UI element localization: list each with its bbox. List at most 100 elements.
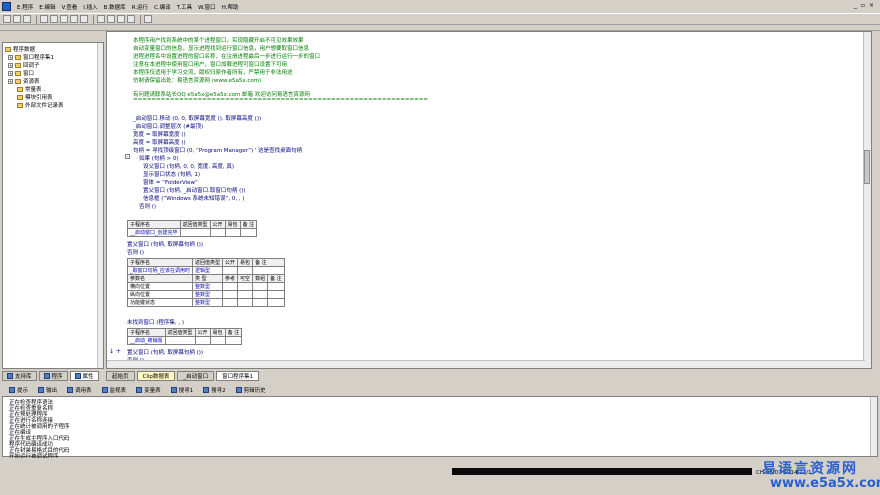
param-type: 整数型 (192, 290, 224, 299)
menu-window[interactable]: W.窗口 (195, 3, 219, 11)
code-editor[interactable]: 本程序用户找到系统中的某个进程窗口，实现隐藏开启不可见效果效果 自动变量窗口的信… (106, 31, 872, 369)
table-cell (237, 266, 254, 275)
menu-view[interactable]: V.查看 (58, 3, 80, 11)
restore-icon[interactable]: ▫ (861, 2, 865, 9)
undo-icon[interactable] (70, 15, 78, 23)
tree-root-label: 程序数据 (13, 47, 36, 53)
expand-icon[interactable]: + (8, 78, 13, 84)
find-icon[interactable] (144, 15, 152, 23)
copy-icon[interactable] (50, 15, 58, 23)
breakpoint-icon[interactable] (127, 15, 135, 23)
table-row[interactable]: _取窗口句柄_应该在调用时 逻辑型 (126, 266, 285, 275)
code-line: 置父窗口 (句柄, 取屏幕句柄 ()) (127, 242, 204, 248)
output-scrollbar[interactable] (870, 397, 877, 456)
table-row[interactable]: 功能键状态 整数型 (126, 298, 285, 307)
new-icon[interactable] (3, 15, 11, 23)
tab-properties[interactable]: 属性 (69, 371, 99, 381)
tab-hint[interactable]: 提示 (6, 386, 31, 394)
menu-insert[interactable]: I.插入 (80, 3, 100, 11)
tab-start-page[interactable]: 起始页 (106, 371, 135, 381)
expand-icon[interactable]: + (8, 54, 13, 60)
table-cell (267, 290, 285, 299)
table-row[interactable]: 横向位置 整数型 (126, 282, 285, 291)
table-cell (222, 282, 239, 291)
table-row[interactable]: 纵向位置 整数型 (126, 290, 285, 299)
tree-item-window[interactable]: + 窗口 (8, 69, 34, 77)
tree-item-callback[interactable]: + 回调子 (8, 61, 40, 69)
folder-icon (15, 54, 21, 60)
run-icon[interactable] (97, 15, 105, 23)
menu-database[interactable]: B.数据库 (101, 3, 129, 11)
subroutine-name: __启动_被销毁 (127, 336, 166, 345)
menu-edit[interactable]: E.编辑 (36, 3, 58, 11)
collapse-icon[interactable]: - (125, 154, 130, 159)
table-cell (252, 290, 269, 299)
separator-line: ========================================… (133, 97, 428, 103)
tree-item-modules[interactable]: 模块引用表 (17, 93, 53, 101)
subroutine-table-3: 子程序名 返回值类型 公开 易包 备 注 __启动_被销毁 (127, 328, 243, 345)
code-line: 句柄 = 寻找顶级窗口 (0, “Program Manager”) ' 这是查… (133, 148, 303, 154)
editor-vertical-scrollbar[interactable] (863, 32, 871, 368)
table-cell (237, 298, 254, 307)
tree-item-resources[interactable]: + 资源表 (8, 77, 40, 85)
tree-item-window-assembly[interactable]: + 窗口程序集1 (8, 53, 54, 61)
menu-run[interactable]: R.运行 (129, 3, 151, 11)
output-icon (38, 386, 45, 393)
cut-icon[interactable] (40, 15, 48, 23)
tree-item-label: 外部文件记录表 (25, 103, 64, 109)
output-panel[interactable]: 正在检查程序语法 正在检查重复名称 正在预处理程序 正在进行名称连接 正在统计被… (2, 396, 878, 460)
minimize-icon[interactable]: _ (854, 2, 857, 9)
close-icon[interactable]: × (869, 2, 874, 9)
redo-icon[interactable] (80, 15, 88, 23)
tree-item-label: 窗口 (23, 71, 35, 77)
param-type: 整数型 (192, 282, 224, 291)
stop-icon[interactable] (107, 15, 115, 23)
tab-program[interactable]: 程序 (38, 371, 68, 381)
table-row[interactable]: __启动窗口_创建完毕 (127, 228, 258, 237)
tree-item-label: 窗口程序集1 (23, 55, 54, 61)
paste-icon[interactable] (60, 15, 68, 23)
table-cell (209, 228, 226, 237)
menu-compile[interactable]: C.编译 (151, 3, 174, 11)
save-icon[interactable] (23, 15, 31, 23)
table-cell (267, 298, 285, 307)
step-icon[interactable] (117, 15, 125, 23)
tab-window-assembly[interactable]: 窗口程序集1 (216, 371, 260, 381)
editor-horizontal-scrollbar[interactable] (107, 360, 865, 368)
table-header: 备 注 (267, 274, 285, 283)
tab-search-2[interactable]: 搜寻2 (200, 386, 229, 394)
tab-support-library[interactable]: 支持库 (2, 371, 37, 381)
tree-scrollbar[interactable] (97, 43, 103, 368)
tab-output[interactable]: 输出 (35, 386, 60, 394)
tab-variables[interactable]: 变量表 (133, 386, 164, 394)
tree-item-label: 模块引用表 (25, 95, 53, 101)
menu-bar: E.程序 E.编辑 V.查看 I.插入 B.数据库 R.运行 C.编译 T.工具… (0, 0, 880, 13)
tree-item-external-files[interactable]: 外部文件记录表 (17, 101, 64, 109)
editor-tabs: 起始页 Clip数据表 _启动窗口 窗口程序集1 (106, 371, 872, 381)
tree-item-constants[interactable]: 常量表 . (17, 85, 45, 93)
tab-clip-history[interactable]: 剪辑历史 (233, 386, 269, 394)
table-cell (194, 336, 211, 345)
app-icon (2, 2, 11, 11)
expand-icon[interactable]: + (8, 70, 13, 76)
table-cell (224, 228, 241, 237)
menu-help[interactable]: H.帮助 (219, 3, 242, 11)
tab-search-1[interactable]: 搜寻1 (168, 386, 197, 394)
open-icon[interactable] (13, 15, 21, 23)
table-header: 参考 (222, 274, 239, 283)
subroutine-table-2: 子程序名 返回值类型 公开 易包 备 注 _取窗口句柄_应该在调用时 逻辑型 参… (126, 258, 285, 307)
tab-clip-table[interactable]: Clip数据表 (136, 371, 176, 381)
tree-item-label: 常量表 . (25, 87, 45, 93)
tab-call-table[interactable]: 调用表 (64, 386, 95, 394)
menu-file[interactable]: E.程序 (14, 3, 36, 11)
return-type: 逻辑型 (192, 266, 224, 275)
tab-watch[interactable]: 监视表 (99, 386, 130, 394)
folder-icon (15, 78, 21, 84)
tab-startup-window[interactable]: _启动窗口 (177, 371, 215, 381)
table-row[interactable]: __启动_被销毁 (127, 336, 243, 345)
left-pane-tabs: 支持库 程序 属性 (2, 371, 104, 381)
expand-icon[interactable]: + (8, 62, 13, 68)
menu-tools[interactable]: T.工具 (174, 3, 195, 11)
scrollbar-thumb[interactable] (864, 150, 870, 184)
tree-root[interactable]: 程序数据 (5, 45, 35, 53)
